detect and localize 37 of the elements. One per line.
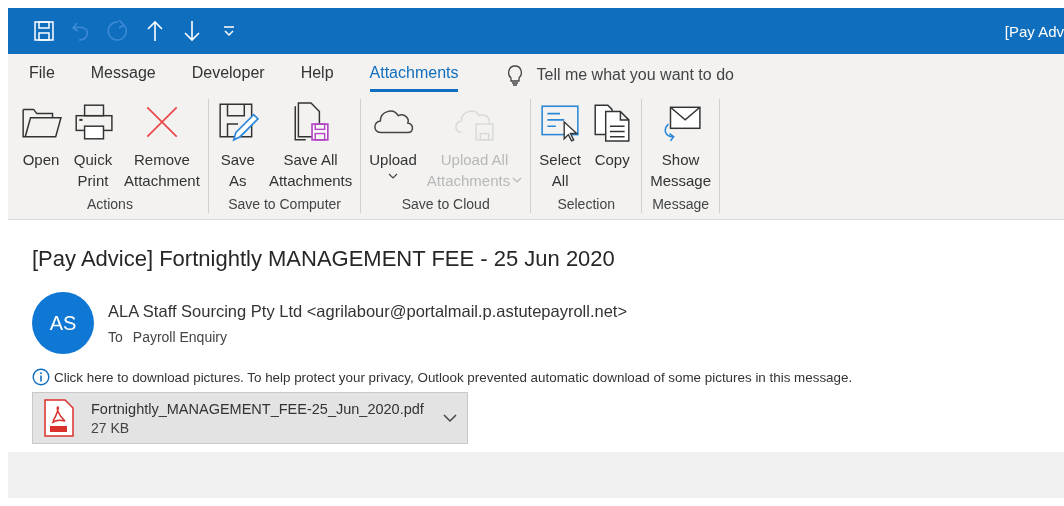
window-title: [Pay Adv <box>1004 22 1064 40</box>
ribbon-button[interactable]: Quick Print <box>70 99 116 196</box>
ribbon-tab[interactable]: Developer <box>191 57 265 92</box>
ribbon-button[interactable]: Upload <box>367 99 419 196</box>
lightbulb-icon[interactable] <box>506 63 525 86</box>
ribbon-tab[interactable]: Attachments <box>369 57 459 92</box>
ribbon-button[interactable]: Select All <box>537 99 584 196</box>
to-label: To <box>108 328 123 345</box>
group-label: Save to Cloud <box>401 196 490 213</box>
group-label: Save to Computer <box>228 196 341 213</box>
info-bar-link[interactable]: Click here to download pictures. To help protect your privacy, Outlook prevented automatic download of some pictures in this message. <box>54 369 853 385</box>
ribbon-button[interactable]: Remove Attachment <box>122 99 202 196</box>
message-subject: [Pay Advice] Fortnightly MANAGEMENT FEE - 25 Jun 2020 <box>32 246 616 272</box>
ribbon-tab[interactable]: Message <box>90 57 156 92</box>
recipient-name[interactable]: Payroll Enquiry <box>132 328 227 345</box>
sender-avatar: AS <box>32 292 94 354</box>
ribbon-tab[interactable]: File <box>29 57 55 92</box>
tell-me-search[interactable]: Tell me what you want to do <box>536 65 734 84</box>
printer-icon <box>72 101 114 143</box>
ribbon-button[interactable]: Open <box>18 99 64 196</box>
ribbon-button[interactable]: Show Message <box>648 99 714 196</box>
sender-name: ALA Staff Sourcing Pty Ltd <agrilabour@portalmail.p.astutepayroll.net> <box>108 301 628 321</box>
group-label: Selection <box>557 196 615 213</box>
ribbon-button[interactable]: Save All Attachments <box>266 99 355 196</box>
group-label: Actions <box>86 196 133 213</box>
attachment-size: 27 KB <box>91 419 131 436</box>
info-icon <box>32 368 50 386</box>
group-label: Message <box>652 196 709 213</box>
ribbon-tab[interactable]: Help <box>300 57 334 92</box>
pdf-file-icon <box>43 399 75 437</box>
attachment-name: Fortnightly_MANAGEMENT_FEE-25_Jun_2020.pdf <box>91 400 425 417</box>
save-icon[interactable] <box>32 19 56 43</box>
save-as-icon <box>216 101 259 143</box>
attachment-chip[interactable]: Fortnightly_MANAGEMENT_FEE-25_Jun_2020.pdf 27 KB <box>32 392 468 444</box>
ribbon-button[interactable]: Save As <box>214 99 261 196</box>
ribbon-button[interactable]: Copy <box>589 99 636 196</box>
chevron-down-icon[interactable] <box>443 413 457 423</box>
